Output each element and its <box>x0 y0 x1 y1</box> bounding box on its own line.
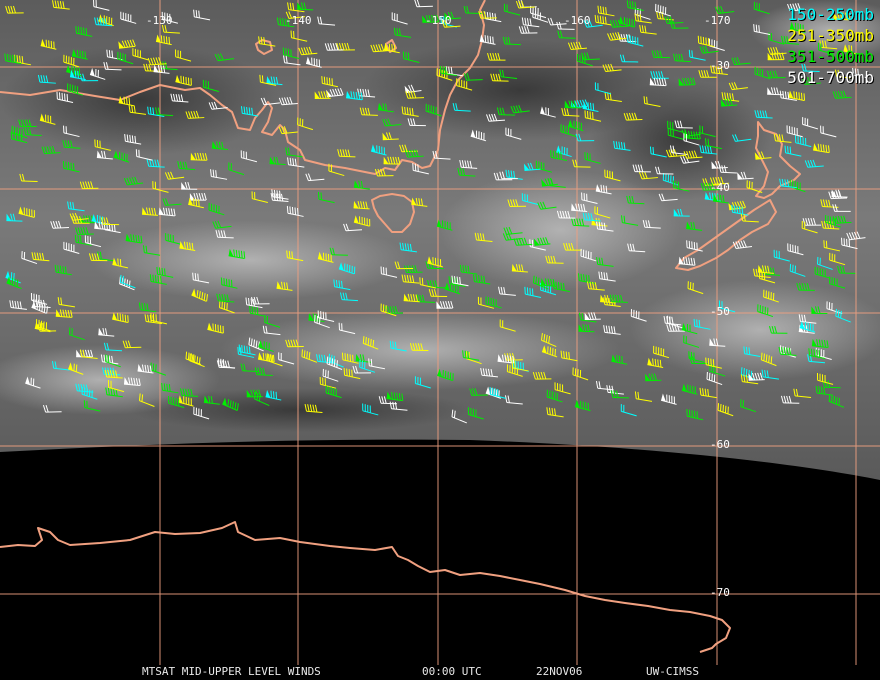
legend-item-251-350: 251-350mb <box>787 26 874 45</box>
lon-label: -170 <box>704 14 731 27</box>
satellite-wind-map: -130 -140 -150 -160 -170 -30 -40 -50 -60… <box>0 0 880 680</box>
lon-label: -140 <box>285 14 312 27</box>
date-stamp: 22NOV06 <box>536 665 583 678</box>
legend-item-351-500: 351-500mb <box>787 47 874 66</box>
legend-item-150-250: 150-250mb <box>787 5 874 24</box>
antarctica-coast <box>0 521 731 653</box>
lon-label: -130 <box>146 14 173 27</box>
lat-label: -40 <box>710 181 730 194</box>
lat-label: -70 <box>710 586 730 599</box>
source-credit: UW-CIMSS <box>646 665 699 678</box>
lon-label: -160 <box>564 14 591 27</box>
time-stamp: 00:00 UTC <box>422 665 482 678</box>
lat-label: -60 <box>710 438 730 451</box>
pressure-legend: 150-250mb 251-350mb 351-500mb 501-700mb <box>787 4 874 88</box>
caption-bar: MTSAT MID-UPPER LEVEL WINDS 00:00 UTC 22… <box>0 665 880 679</box>
product-name: MTSAT MID-UPPER LEVEL WINDS <box>142 665 321 678</box>
lon-label: -150 <box>425 14 452 27</box>
map-canvas <box>0 0 880 665</box>
lat-label: -50 <box>710 305 730 318</box>
lat-label: -30 <box>710 59 730 72</box>
legend-item-501-700: 501-700mb <box>787 68 874 87</box>
